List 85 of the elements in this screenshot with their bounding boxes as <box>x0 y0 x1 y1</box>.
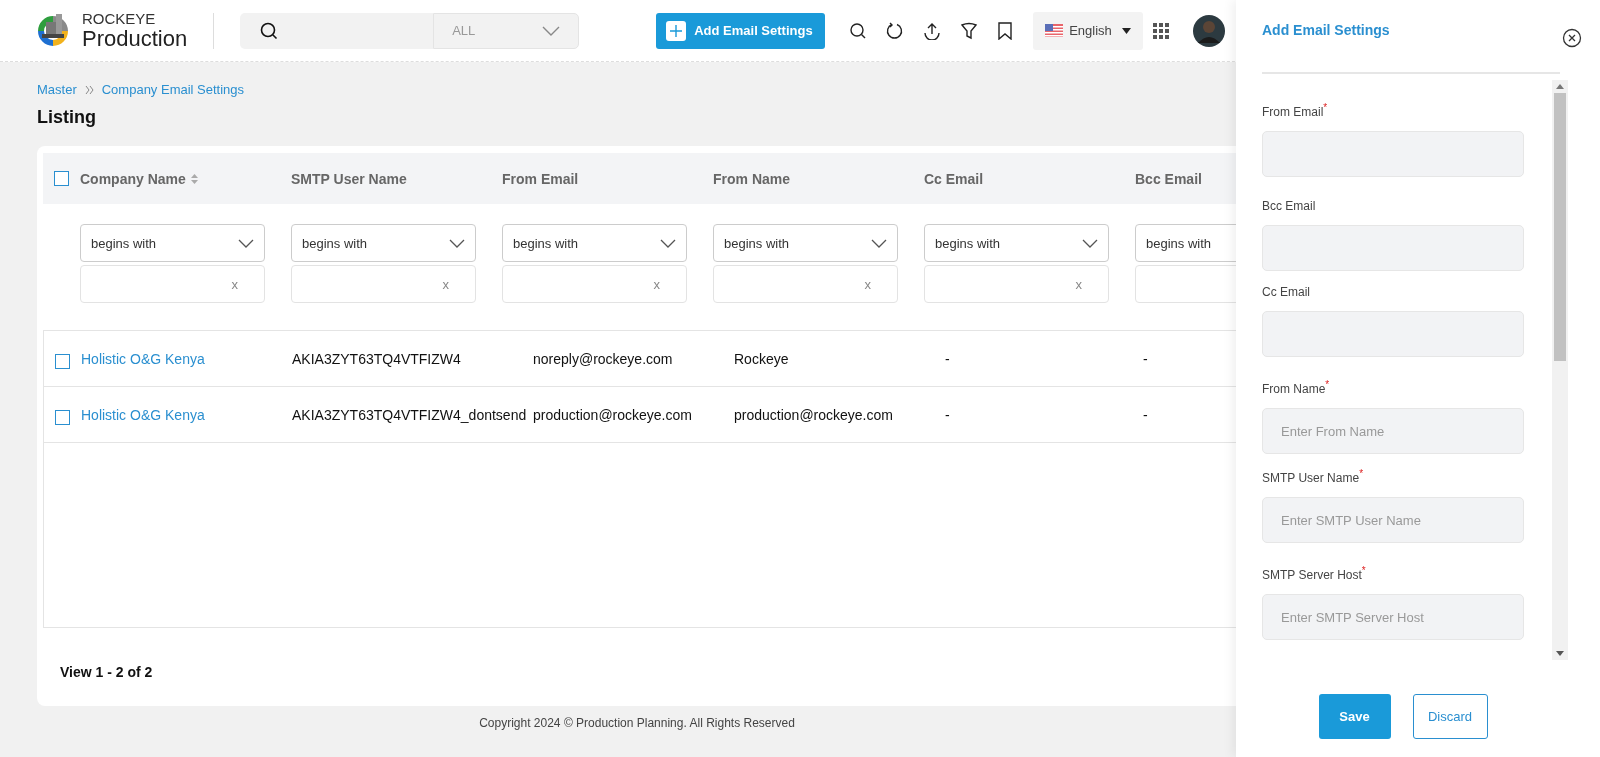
table-cell: Rockeye <box>734 350 789 367</box>
filter-icon[interactable] <box>960 21 979 40</box>
add-email-settings-button[interactable]: Add Email Settings <box>656 12 826 49</box>
filter-operator-dropdown[interactable]: begins with <box>502 224 687 262</box>
filter-input[interactable]: x <box>924 265 1109 303</box>
text-field[interactable] <box>1262 225 1524 271</box>
field-label: SMTP Server Host$^{*}$ <box>1262 565 1367 582</box>
bookmark-icon[interactable] <box>997 21 1014 40</box>
field-label: From Name$^{*}$ <box>1262 379 1331 396</box>
select-all-checkbox[interactable] <box>54 171 69 186</box>
filter-operator-dropdown[interactable]: begins with <box>924 224 1109 262</box>
clear-filter-button[interactable]: x <box>864 276 871 292</box>
brand-subtitle: ROCKEYE <box>82 11 157 26</box>
sort-icon[interactable] <box>190 173 198 184</box>
chevron-down-icon <box>660 238 676 248</box>
field-label: Bcc Email <box>1262 199 1317 213</box>
table-cell: - <box>945 350 950 367</box>
table-cell: - <box>1143 350 1148 367</box>
filter-input[interactable]: x <box>713 265 898 303</box>
column-header[interactable]: Bcc Email <box>1135 170 1202 187</box>
table-cell: production@rockeye.com <box>734 406 893 423</box>
search-icon[interactable] <box>849 21 868 40</box>
filter-operator-dropdown[interactable]: begins with <box>291 224 476 262</box>
chevron-down-icon <box>542 25 561 36</box>
column-header[interactable]: Company Name <box>80 170 186 187</box>
filter-operator-dropdown[interactable]: begins with <box>713 224 898 262</box>
column-header[interactable]: From Email <box>502 170 579 187</box>
clear-filter-button[interactable]: x <box>442 276 449 292</box>
scroll-up-icon[interactable] <box>1556 84 1564 89</box>
clear-filter-button[interactable]: x <box>231 276 238 292</box>
close-icon[interactable] <box>1562 28 1582 48</box>
text-field[interactable]: Enter SMTP User Name <box>1262 497 1524 543</box>
refresh-icon[interactable] <box>886 21 905 40</box>
copyright-text: Copyright 2024 © Production Planning. All Rights Reserved <box>478 716 796 730</box>
flag-icon <box>1045 24 1064 37</box>
caret-down-icon <box>1122 27 1132 34</box>
clear-filter-button[interactable]: x <box>653 276 660 292</box>
field-label: SMTP User Name$^{*}$ <box>1262 468 1365 485</box>
row-checkbox[interactable] <box>55 354 70 369</box>
filter-input[interactable]: x <box>291 265 476 303</box>
filter-input[interactable]: x <box>80 265 265 303</box>
discard-button[interactable]: Discard <box>1412 694 1488 739</box>
chevron-down-icon <box>1082 238 1098 248</box>
breadcrumb-link[interactable]: Master <box>37 82 77 97</box>
save-button[interactable]: Save <box>1318 694 1391 739</box>
chevron-down-icon <box>238 238 254 248</box>
page-title: Listing <box>37 107 97 128</box>
clear-filter-button[interactable]: x <box>1075 276 1082 292</box>
chevron-down-icon <box>871 238 887 248</box>
company-link[interactable]: Holistic O&G Kenya <box>81 350 205 367</box>
table-cell: - <box>1143 406 1148 423</box>
column-header[interactable]: SMTP User Name <box>291 170 407 187</box>
avatar-icon[interactable] <box>1193 14 1226 47</box>
scrollbar[interactable] <box>1552 80 1568 660</box>
scope-dropdown[interactable]: ALL <box>433 12 580 49</box>
field-label: Cc Email <box>1262 285 1311 299</box>
row-checkbox[interactable] <box>55 410 70 425</box>
text-field[interactable]: Enter SMTP Server Host <box>1262 594 1524 640</box>
app-grid-icon[interactable] <box>1153 22 1170 39</box>
text-field[interactable] <box>1262 311 1524 357</box>
text-field[interactable]: Enter From Name <box>1262 408 1524 454</box>
field-label: From Email$^{*}$ <box>1262 102 1329 119</box>
column-header[interactable]: From Name <box>713 170 791 187</box>
breadcrumb-link[interactable]: Company Email Settings <box>101 82 245 97</box>
double-chevron-icon <box>84 85 94 94</box>
upload-icon[interactable] <box>923 21 942 40</box>
filter-input[interactable]: x <box>502 265 687 303</box>
language-dropdown[interactable]: English <box>1033 11 1144 50</box>
table-cell: noreply@rockeye.com <box>533 350 673 367</box>
plus-icon <box>666 20 687 41</box>
brand-name: Production <box>82 28 188 50</box>
company-link[interactable]: Holistic O&G Kenya <box>81 406 205 423</box>
search-icon <box>260 21 279 40</box>
column-header[interactable]: Cc Email <box>924 170 984 187</box>
table-cell: AKIA3ZYT63TQ4VTFIZW4 <box>292 350 461 367</box>
text-field[interactable] <box>1262 131 1524 177</box>
search-field[interactable] <box>240 12 434 49</box>
table-cell: AKIA3ZYT63TQ4VTFIZW4_dontsend <box>292 406 527 423</box>
panel-title: Add Email Settings <box>1262 22 1390 38</box>
chevron-down-icon <box>449 238 465 248</box>
pager-text: View 1 - 2 of 2 <box>60 664 154 680</box>
table-cell: - <box>945 406 950 423</box>
filter-operator-dropdown[interactable]: begins with <box>80 224 265 262</box>
table-cell: production@rockeye.com <box>533 406 692 423</box>
scroll-down-icon[interactable] <box>1556 651 1564 656</box>
